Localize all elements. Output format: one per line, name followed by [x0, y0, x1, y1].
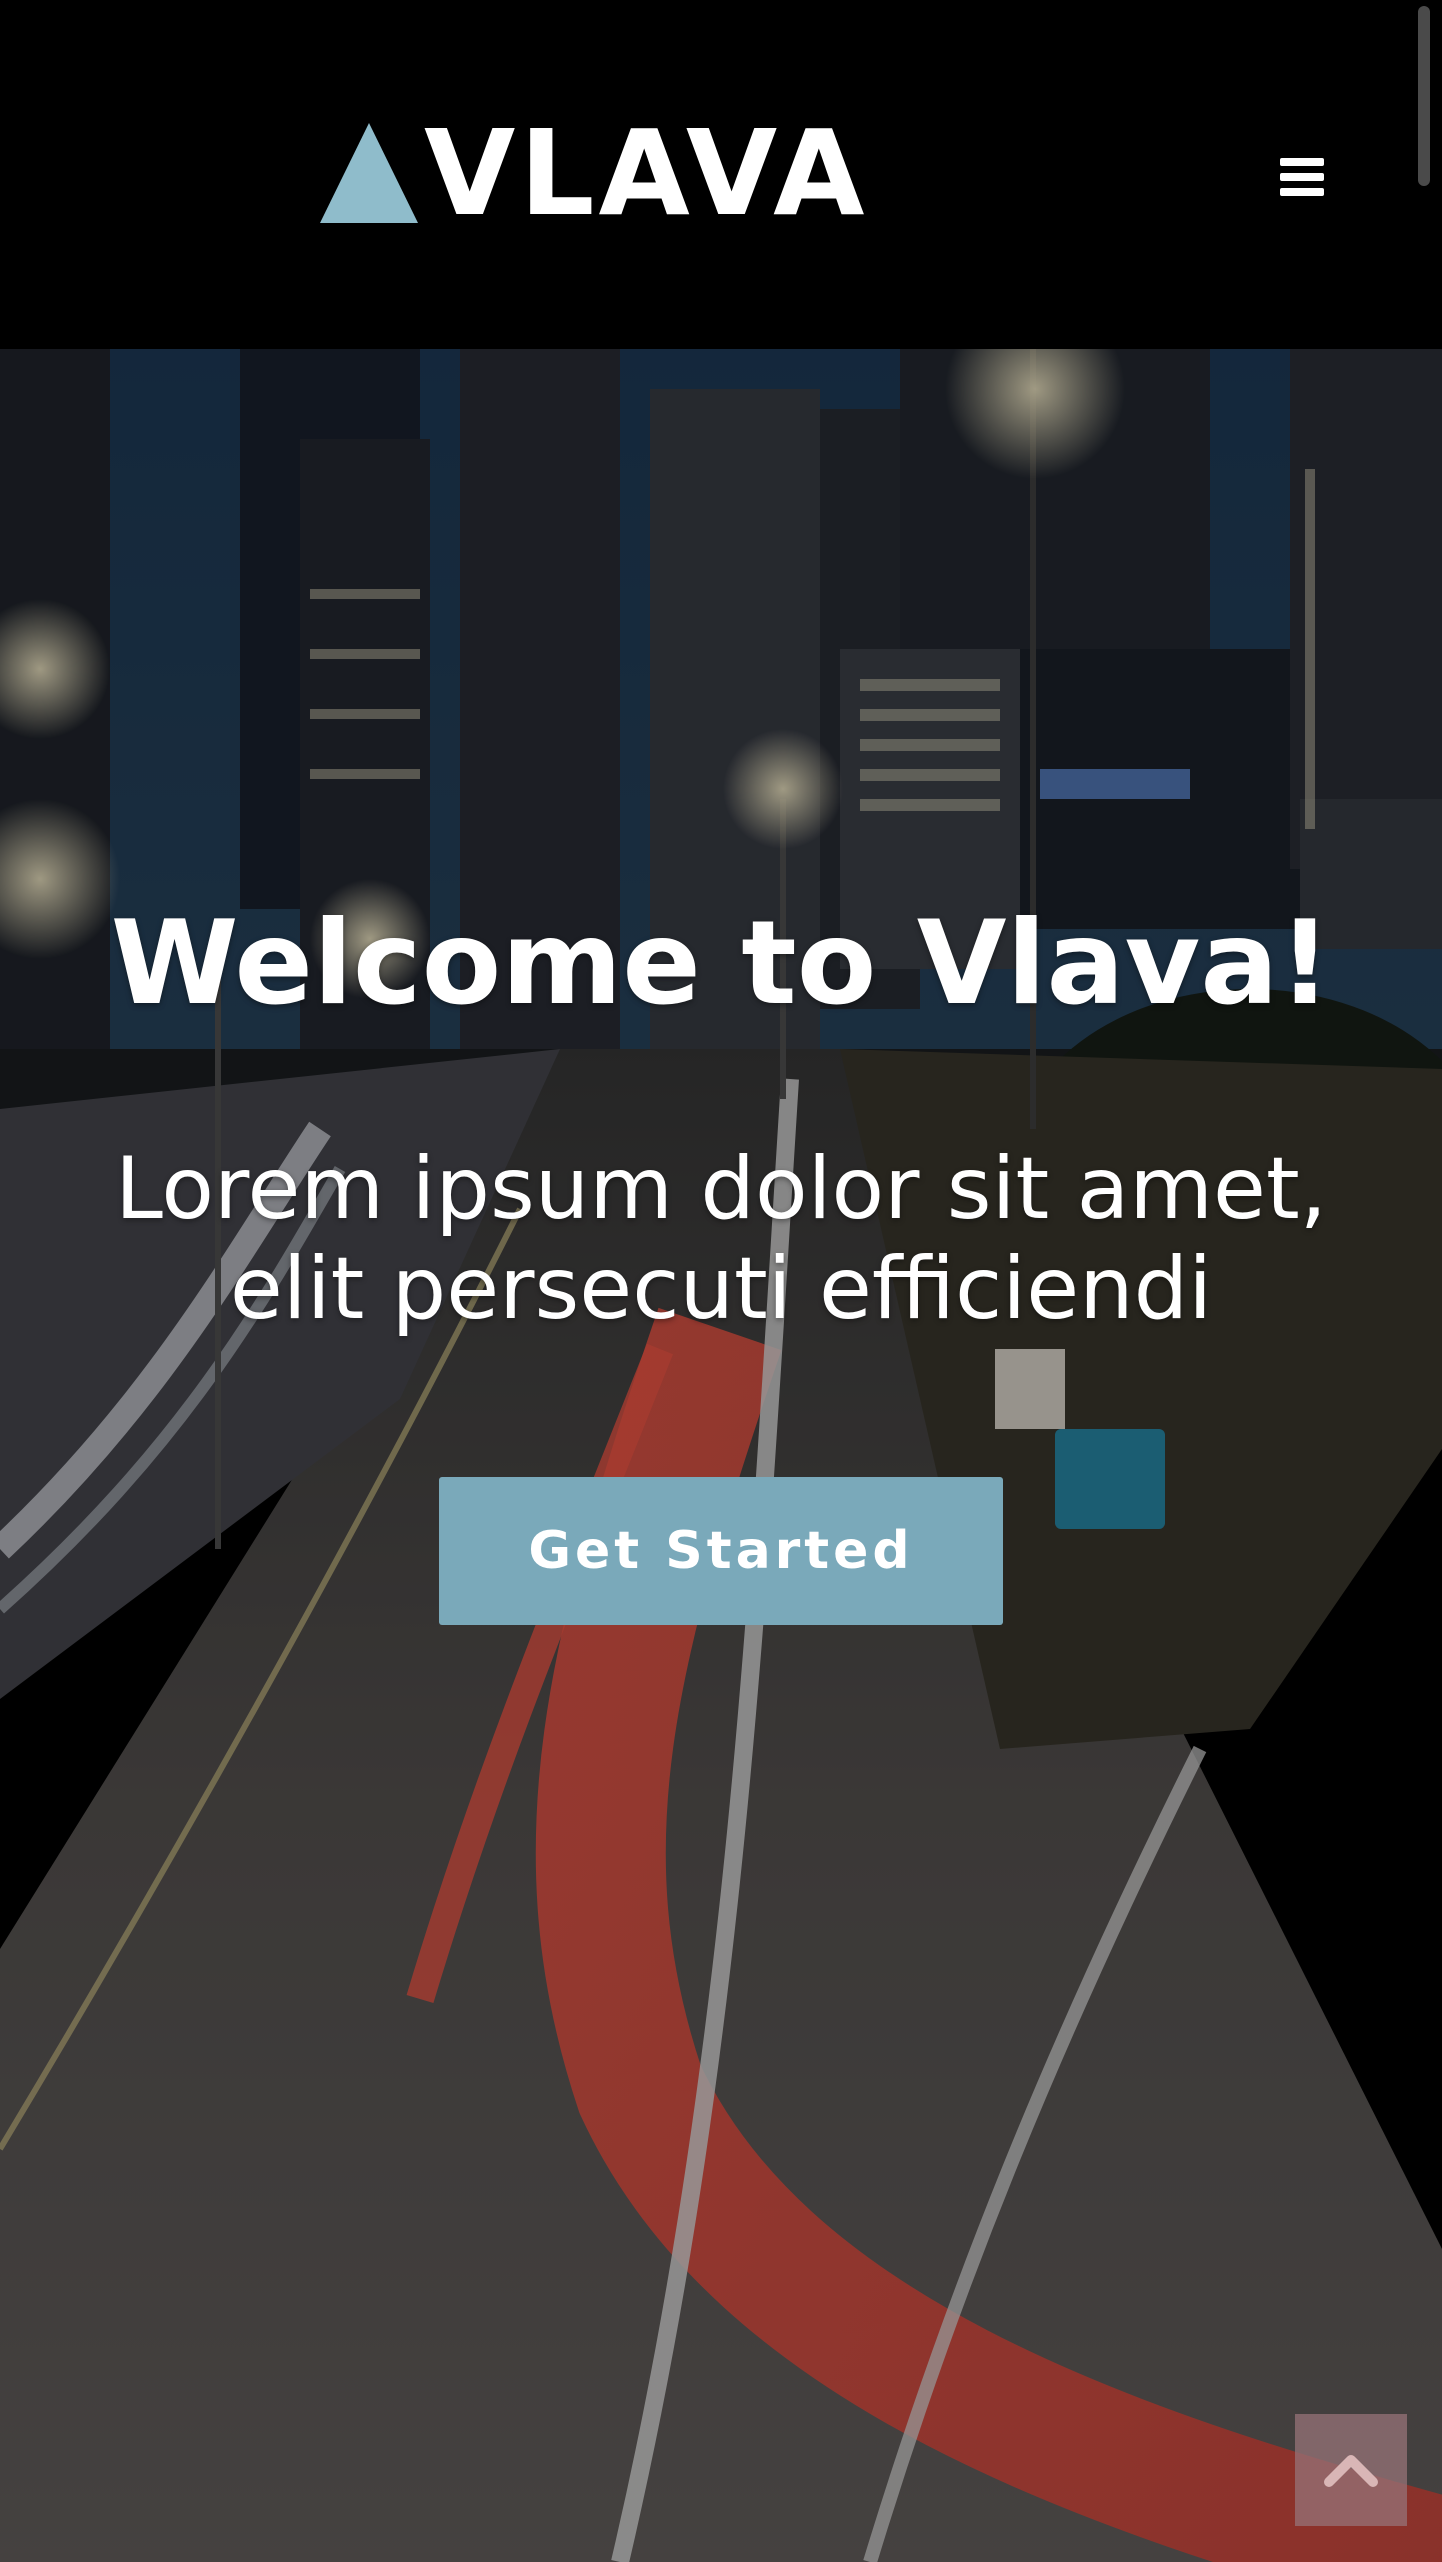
hero-subtitle: Lorem ipsum dolor sit amet, elit persecu… [60, 1139, 1382, 1339]
logo-text: VLAVA [424, 104, 869, 242]
hero-background-image [0, 349, 1442, 2562]
logo-triangle-icon [320, 123, 418, 223]
back-to-top-button[interactable] [1295, 2414, 1407, 2526]
hero-title: Welcome to Vlava! [110, 896, 1332, 1031]
scrollbar-thumb[interactable] [1418, 6, 1430, 186]
site-header: VLAVA [0, 0, 1442, 349]
hero-subtitle-line1: Lorem ipsum dolor sit amet, [114, 1139, 1328, 1239]
hamburger-menu-icon[interactable] [1280, 158, 1324, 196]
site-logo[interactable]: VLAVA [320, 104, 869, 242]
get-started-button[interactable]: Get Started [439, 1477, 1003, 1625]
page: VLAVA Welcome to Vlava! Lorem ipsum dolo… [0, 0, 1442, 2562]
hero-subtitle-line2: elit persecuti efficiendi [229, 1239, 1213, 1339]
chevron-up-icon [1324, 2455, 1378, 2487]
hero-section: Welcome to Vlava! Lorem ipsum dolor sit … [0, 349, 1442, 2562]
